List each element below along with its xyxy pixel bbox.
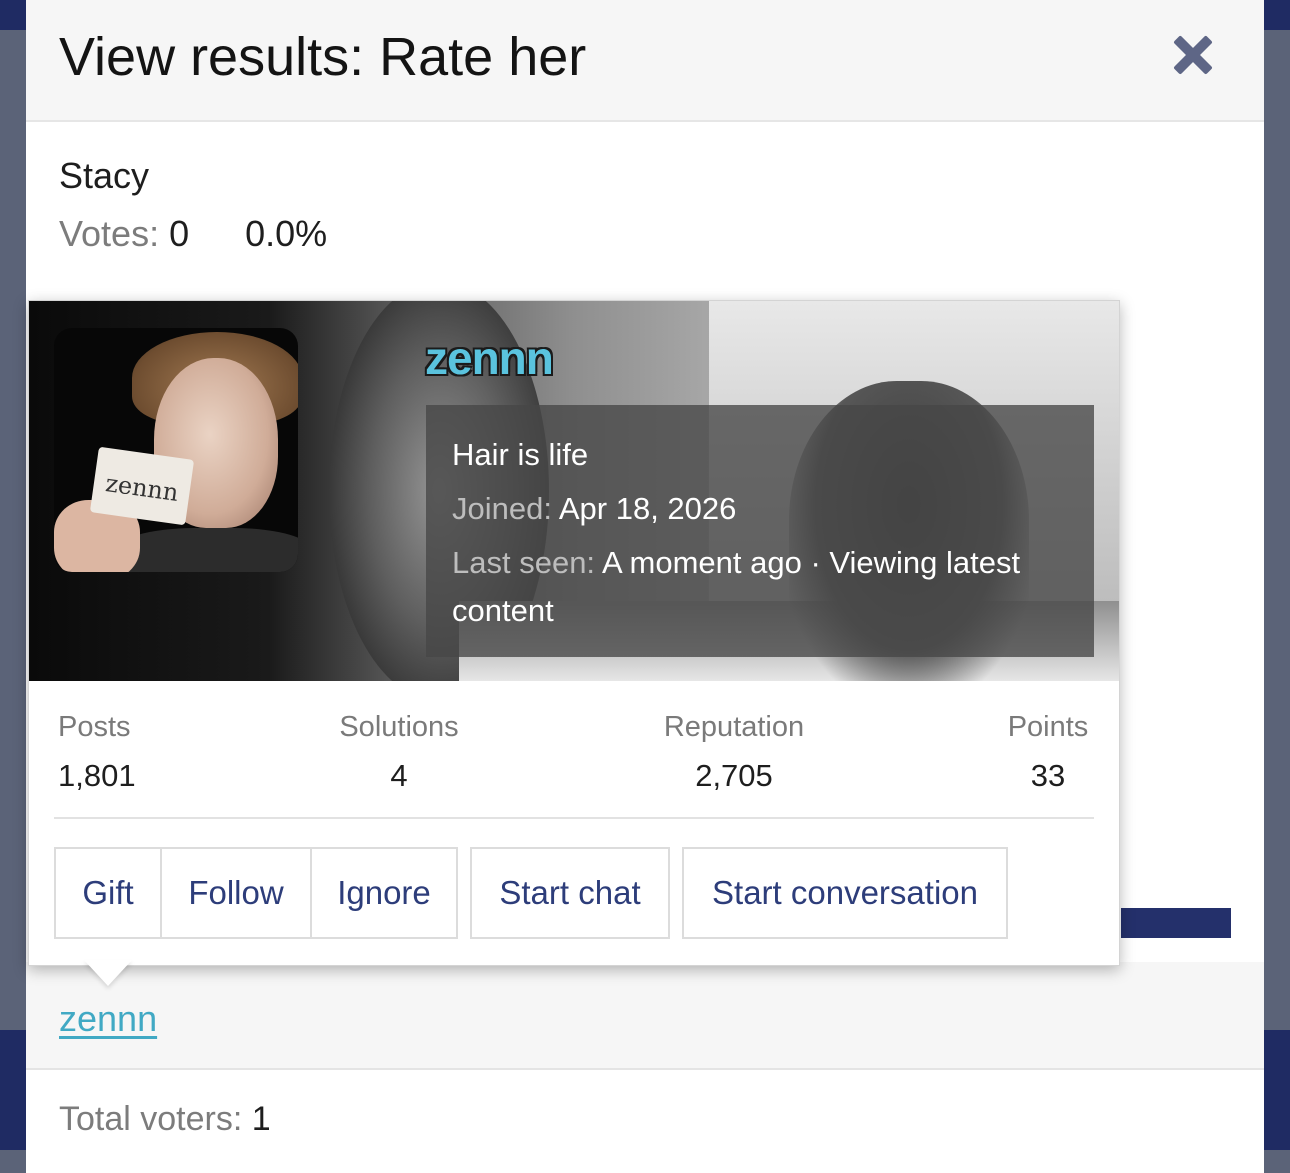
voter-link[interactable]: zennn (59, 998, 157, 1040)
total-voters-label: Total voters: (59, 1100, 243, 1138)
stat-label: Posts (58, 711, 131, 743)
poll-result-bar (1121, 908, 1231, 938)
stat-reputation: Reputation 2,705 (654, 711, 814, 794)
member-joined: Joined: Apr 18, 2026 (452, 491, 736, 527)
follow-button[interactable]: Follow (160, 847, 312, 939)
background-strip-right-lower (1264, 1030, 1290, 1150)
member-username[interactable]: zennn (425, 331, 554, 385)
stat-value: 1,801 (58, 758, 136, 793)
member-stats: Posts 1,801 Solutions 4 Reputation 2,705… (54, 697, 1094, 819)
last-seen-value: A moment ago · Viewing latest (601, 545, 1021, 580)
background-strip-left (0, 0, 26, 30)
total-voters-value: 1 (251, 1100, 271, 1138)
member-tooltip: zennn zennn Hair is life Joined: Apr 18,… (28, 300, 1120, 966)
stat-points: Points 33 (1000, 711, 1096, 794)
stat-label: Points (1007, 711, 1089, 743)
gift-button[interactable]: Gift (54, 847, 162, 939)
joined-label: Joined: (452, 491, 552, 526)
member-info-box: Hair is life Joined: Apr 18, 2026 Last s… (426, 405, 1094, 657)
votes-value: 0 (169, 213, 190, 254)
last-seen-label: Last seen: (452, 545, 596, 580)
close-icon[interactable] (1168, 30, 1218, 80)
stat-value: 33 (1030, 758, 1066, 793)
voters-list: zennn (26, 962, 1264, 1070)
background-strip-left-lower (0, 1030, 26, 1150)
dialog-header: View results: Rate her (26, 0, 1264, 122)
start-conversation-button[interactable]: Start conversation (682, 847, 1008, 939)
avatar[interactable]: zennn (54, 328, 298, 572)
stat-posts: Posts 1,801 (58, 711, 136, 794)
stat-label: Reputation (663, 711, 805, 743)
member-last-seen: Last seen: A moment ago · Viewing latest (452, 545, 1020, 581)
ignore-button[interactable]: Ignore (310, 847, 458, 939)
start-chat-button[interactable]: Start chat (470, 847, 670, 939)
tooltip-arrow (84, 960, 132, 986)
background-strip-right (1264, 0, 1290, 30)
stat-solutions: Solutions 4 (334, 711, 464, 794)
stat-label: Solutions (339, 711, 459, 743)
member-status: Hair is life (452, 437, 589, 472)
profile-banner: zennn zennn Hair is life Joined: Apr 18,… (29, 301, 1119, 681)
votes-label: Votes: (59, 213, 160, 254)
joined-value: Apr 18, 2026 (558, 491, 737, 526)
poll-option-name: Stacy (59, 155, 150, 196)
avatar-shirt (114, 528, 298, 572)
poll-option-votes: Votes: 0 0.0% (59, 213, 327, 255)
votes-percent: 0.0% (245, 213, 328, 254)
total-voters: Total voters: 1 (59, 1100, 271, 1139)
member-last-seen-continued: content (452, 593, 554, 628)
stat-value: 4 (390, 758, 408, 793)
dialog-title: View results: Rate her (59, 27, 587, 87)
stat-value: 2,705 (695, 758, 773, 793)
